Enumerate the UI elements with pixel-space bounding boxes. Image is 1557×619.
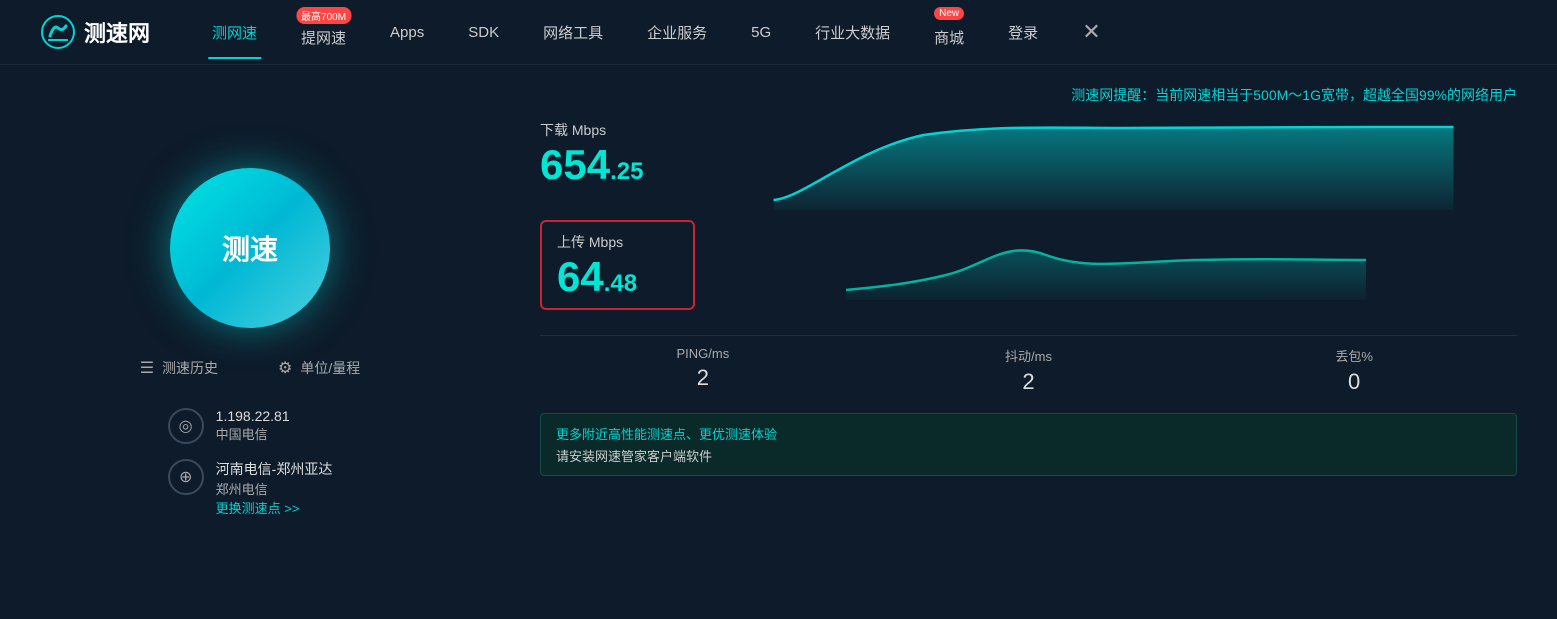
logo-area: 测速网	[40, 14, 150, 50]
right-panel: 测速网提醒：当前网速相当于500M～1G宽带，超越全国99%的网络用户 下载 M…	[500, 65, 1557, 619]
banner-line2: 请安装网速管家客户端软件	[556, 446, 1501, 465]
isp-name: 中国电信	[216, 424, 290, 443]
download-value: 654.25	[540, 144, 700, 186]
nav-item-sdk[interactable]: SDK	[446, 16, 521, 49]
download-label: 下载 Mbps	[540, 120, 700, 140]
upload-wrapper: 上传 Mbps 64.48	[540, 220, 1517, 315]
stat-jitter: 抖动/ms 2	[866, 346, 1192, 395]
globe-icon: ⊕	[168, 459, 204, 495]
controls-row: ☰ 测速历史 ⚙ 单位/量程	[140, 358, 361, 378]
nav-item-test-speed[interactable]: 测网速	[190, 14, 279, 51]
history-control[interactable]: ☰ 测速历史	[140, 358, 218, 378]
nav-item-login[interactable]: 登录	[986, 14, 1060, 51]
upload-graph	[695, 220, 1517, 300]
upload-label: 上传 Mbps	[557, 232, 623, 252]
location-icon: ◎	[168, 408, 204, 444]
nav-item-improve-speed[interactable]: 最高700M 提网速	[279, 9, 368, 56]
change-node-link[interactable]: 更换测速点 >>	[216, 498, 333, 517]
header: 测速网 测网速 最高700M 提网速 Apps SDK 网络工具 企业服务 5G	[0, 0, 1557, 65]
location-name: 河南电信-郑州亚达	[216, 459, 333, 479]
speed-test-button[interactable]: 测速	[170, 168, 330, 328]
ping-label: PING/ms	[540, 346, 866, 361]
nav-menu: 测网速 最高700M 提网速 Apps SDK 网络工具 企业服务 5G 行业大…	[190, 9, 1517, 56]
bottom-banner: 更多附近高性能测速点、更优测速体验 请安装网速管家客户端软件	[540, 413, 1517, 476]
stat-ping: PING/ms 2	[540, 346, 866, 395]
nav-item-shop[interactable]: New 商城	[912, 9, 986, 56]
download-graph	[710, 120, 1517, 210]
location-info-item: ⊕ 河南电信-郑州亚达 郑州电信 更换测速点 >>	[168, 459, 333, 517]
close-button[interactable]: ✕	[1060, 11, 1122, 53]
upload-section: 上传 Mbps 64.48	[540, 220, 695, 310]
logo-icon	[40, 14, 76, 50]
ip-info-item: ◎ 1.198.22.81 中国电信	[168, 408, 333, 444]
isp-secondary: 郑州电信	[216, 479, 333, 498]
nav-item-network-tools[interactable]: 网络工具	[521, 14, 625, 51]
nav-item-big-data[interactable]: 行业大数据	[793, 14, 912, 51]
ping-value: 2	[540, 365, 866, 391]
upload-graph-svg	[695, 220, 1517, 300]
alert-text: 测速网提醒：当前网速相当于500M～1G宽带，超越全国99%的网络用户	[540, 85, 1517, 105]
download-graph-svg	[710, 120, 1517, 210]
download-section: 下载 Mbps 654.25	[540, 120, 1517, 210]
main-content: 测速 ☰ 测速历史 ⚙ 单位/量程 ◎ 1.198.22.81 中国电信	[0, 65, 1557, 619]
loss-label: 丢包%	[1191, 346, 1517, 365]
upload-value: 64.48	[557, 256, 637, 298]
jitter-value: 2	[866, 369, 1192, 395]
banner-line1: 更多附近高性能测速点、更优测速体验	[556, 424, 1501, 443]
jitter-label: 抖动/ms	[866, 346, 1192, 365]
nav-item-5g[interactable]: 5G	[729, 16, 793, 49]
stat-loss: 丢包% 0	[1191, 346, 1517, 395]
download-info: 下载 Mbps 654.25	[540, 120, 700, 186]
left-panel: 测速 ☰ 测速历史 ⚙ 单位/量程 ◎ 1.198.22.81 中国电信	[0, 65, 500, 619]
ip-address: 1.198.22.81	[216, 408, 290, 424]
loss-value: 0	[1191, 369, 1517, 395]
settings-control[interactable]: ⚙ 单位/量程	[278, 358, 360, 378]
nav-item-enterprise[interactable]: 企业服务	[625, 14, 729, 51]
badge-new: New	[934, 7, 964, 20]
logo-text: 测速网	[84, 16, 150, 48]
badge-max-speed: 最高700M	[296, 7, 351, 24]
stats-row: PING/ms 2 抖动/ms 2 丢包% 0	[540, 335, 1517, 395]
nav-item-apps[interactable]: Apps	[368, 16, 446, 49]
info-section: ◎ 1.198.22.81 中国电信 ⊕ 河南电信-郑州亚达 郑州电信 更换测速…	[168, 408, 333, 517]
history-icon: ☰	[140, 358, 154, 378]
settings-icon: ⚙	[278, 358, 292, 378]
alert-highlight: 99%	[1419, 87, 1447, 103]
